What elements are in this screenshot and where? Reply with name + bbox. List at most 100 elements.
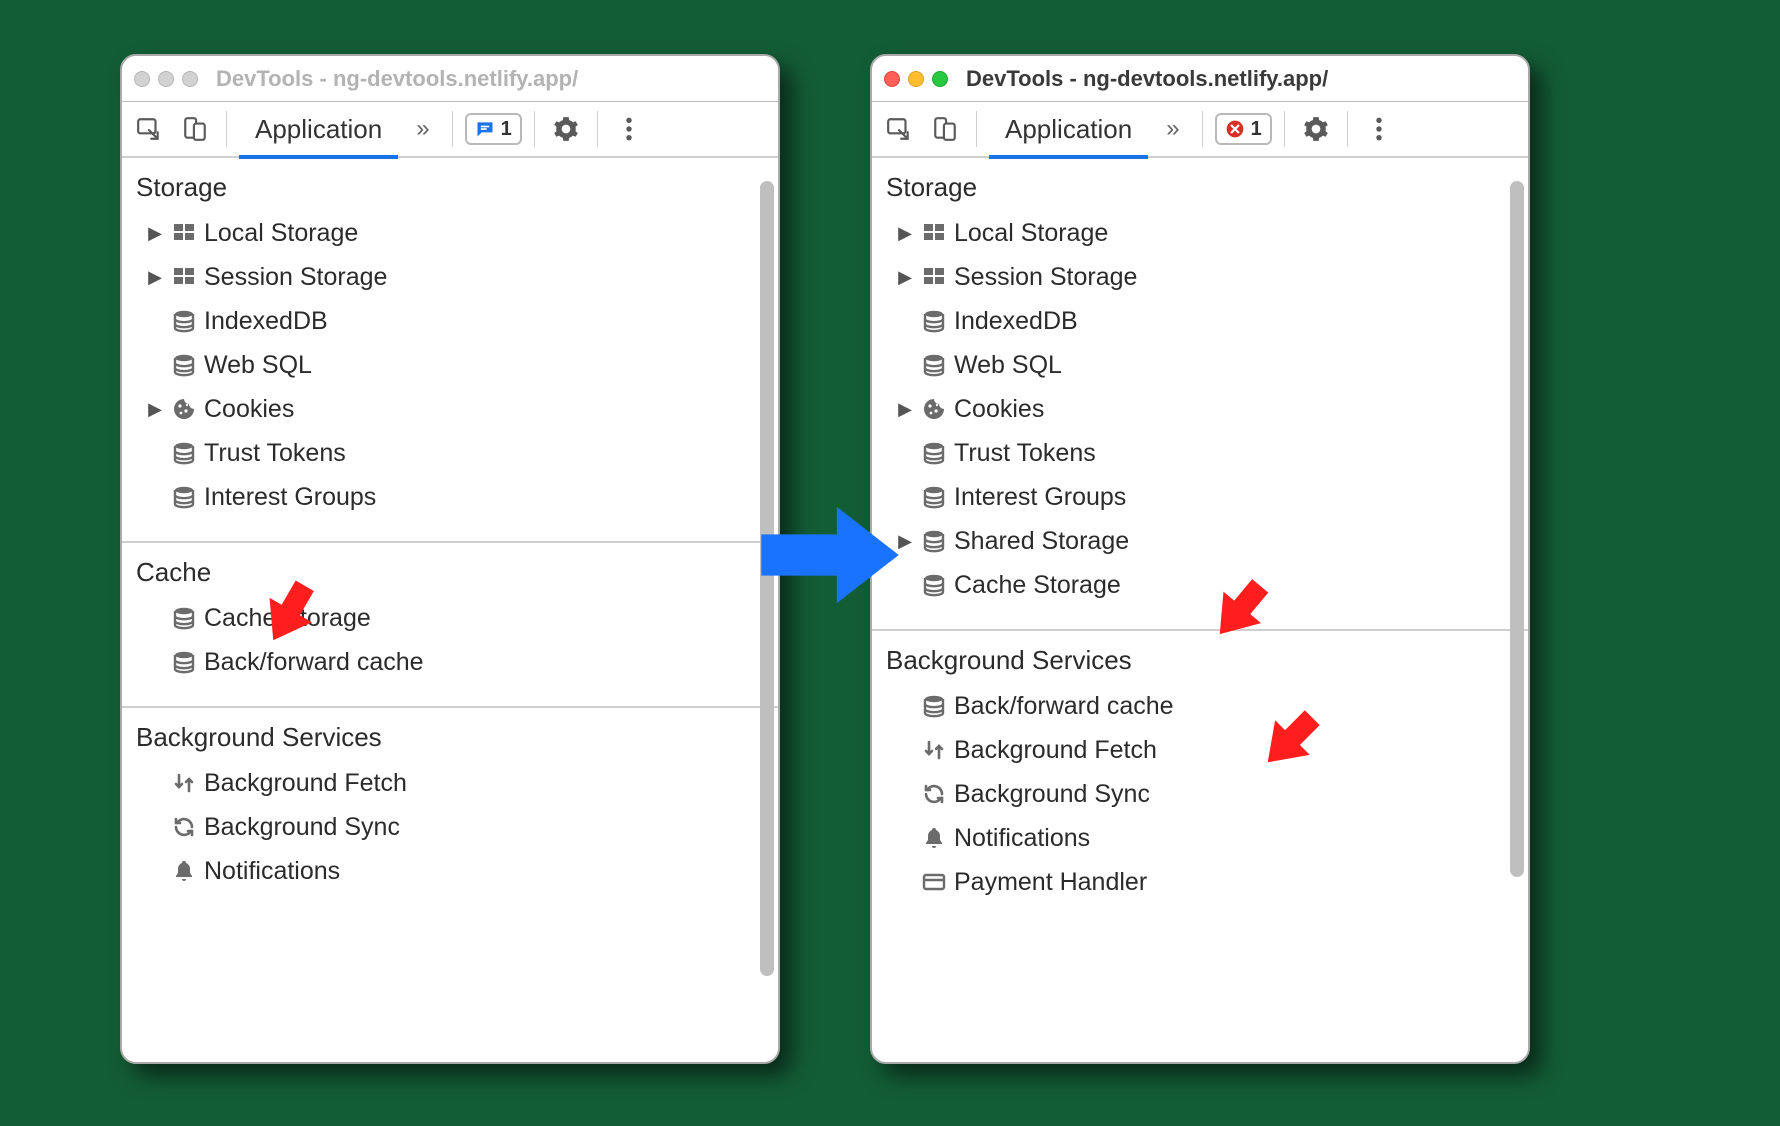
issues-count: 1 bbox=[501, 118, 512, 141]
tree-item[interactable]: ▶ Session Storage bbox=[122, 255, 778, 299]
tree-item[interactable]: ▶Cookies bbox=[872, 387, 1528, 431]
panel-tab-application[interactable]: Application bbox=[239, 101, 398, 157]
tree-item[interactable]: ▶Background Fetch bbox=[122, 761, 778, 805]
close-icon[interactable] bbox=[884, 71, 900, 87]
settings-button[interactable] bbox=[547, 109, 585, 149]
more-tabs-button[interactable]: » bbox=[406, 115, 439, 143]
tree-item[interactable]: ▶IndexedDB bbox=[872, 299, 1528, 343]
divider bbox=[1347, 111, 1348, 147]
tree-item-label: Local Storage bbox=[204, 219, 358, 248]
zoom-icon[interactable] bbox=[932, 71, 948, 87]
tree-item-label: Cache Storage bbox=[954, 571, 1121, 600]
zoom-icon[interactable] bbox=[182, 71, 198, 87]
sync-icon bbox=[170, 813, 198, 841]
devtools-toolbar: Application » 1 bbox=[872, 102, 1528, 158]
tree-item-label: Background Sync bbox=[954, 780, 1150, 809]
db-icon bbox=[170, 648, 198, 676]
tree-item[interactable]: ▶Notifications bbox=[122, 849, 778, 893]
traffic-lights bbox=[884, 71, 948, 87]
tree-item[interactable]: ▶Local Storage bbox=[872, 211, 1528, 255]
divider bbox=[1284, 111, 1285, 147]
expand-caret-icon[interactable]: ▶ bbox=[146, 267, 164, 288]
db-icon bbox=[920, 571, 948, 599]
tree-item-label: Session Storage bbox=[954, 263, 1137, 292]
tree-item[interactable]: ▶Cache Storage bbox=[872, 563, 1528, 607]
tree-item[interactable]: ▶Cookies bbox=[122, 387, 778, 431]
grid-icon bbox=[920, 263, 948, 291]
minimize-icon[interactable] bbox=[908, 71, 924, 87]
tree-item[interactable]: ▶Back/forward cache bbox=[872, 684, 1528, 728]
kebab-menu-button[interactable] bbox=[610, 109, 648, 149]
scrollbar[interactable] bbox=[1510, 158, 1524, 1056]
kebab-menu-button[interactable] bbox=[1360, 109, 1398, 149]
db-icon bbox=[170, 604, 198, 632]
tree-item-label: Session Storage bbox=[204, 263, 387, 292]
device-toolbar-button[interactable] bbox=[176, 109, 214, 149]
annotation-arrow-icon bbox=[1255, 705, 1325, 775]
tree-item[interactable]: ▶Trust Tokens bbox=[872, 431, 1528, 475]
devtools-window-after: DevTools - ng-devtools.netlify.app/ Appl… bbox=[870, 54, 1530, 1064]
divider bbox=[597, 111, 598, 147]
settings-button[interactable] bbox=[1297, 109, 1335, 149]
expand-caret-icon[interactable]: ▶ bbox=[896, 267, 914, 288]
db-icon bbox=[170, 351, 198, 379]
annotation-arrow-icon bbox=[254, 578, 324, 648]
devtools-window-before: DevTools - ng-devtools.netlify.app/ Appl… bbox=[120, 54, 780, 1064]
tree-item[interactable]: ▶ Session Storage bbox=[872, 255, 1528, 299]
more-tabs-button[interactable]: » bbox=[1156, 115, 1189, 143]
tree-item[interactable]: ▶Web SQL bbox=[872, 343, 1528, 387]
tree-item-label: Notifications bbox=[954, 824, 1090, 853]
expand-caret-icon[interactable]: ▶ bbox=[896, 399, 914, 420]
panel-tab-application[interactable]: Application bbox=[989, 101, 1148, 157]
errors-badge[interactable]: 1 bbox=[1215, 113, 1272, 145]
inspect-element-button[interactable] bbox=[130, 109, 168, 149]
tree-item-label: Interest Groups bbox=[954, 483, 1126, 512]
tree-item-label: Back/forward cache bbox=[204, 648, 424, 677]
tree-item[interactable]: ▶Background Sync bbox=[122, 805, 778, 849]
tree-item[interactable]: ▶Shared Storage bbox=[872, 519, 1528, 563]
divider bbox=[452, 111, 453, 147]
tree-item[interactable]: ▶Cache Storage bbox=[122, 596, 778, 640]
tree-item[interactable]: ▶Web SQL bbox=[122, 343, 778, 387]
scroll-thumb[interactable] bbox=[1510, 181, 1524, 877]
titlebar[interactable]: DevTools - ng-devtools.netlify.app/ bbox=[122, 56, 778, 102]
db-icon bbox=[920, 351, 948, 379]
tree-item-label: Trust Tokens bbox=[954, 439, 1096, 468]
annotation-arrow-icon bbox=[1205, 575, 1275, 645]
application-tree: Storage▶Local Storage▶Session Storage▶In… bbox=[872, 158, 1528, 1062]
tree-item-label: IndexedDB bbox=[204, 307, 328, 336]
window-title: DevTools - ng-devtools.netlify.app/ bbox=[966, 66, 1328, 92]
transition-arrow-icon bbox=[760, 500, 900, 610]
tree-item[interactable]: ▶Trust Tokens bbox=[122, 431, 778, 475]
application-panel: Storage▶Local Storage▶Session Storage▶In… bbox=[872, 158, 1528, 1062]
fetch-icon bbox=[920, 736, 948, 764]
tree-item[interactable]: ▶Background Fetch bbox=[872, 728, 1528, 772]
device-toolbar-button[interactable] bbox=[926, 109, 964, 149]
expand-caret-icon[interactable]: ▶ bbox=[146, 399, 164, 420]
tree-item[interactable]: ▶Background Sync bbox=[872, 772, 1528, 816]
section-group: ▶Local Storage▶Session Storage▶IndexedDB… bbox=[122, 211, 778, 527]
issues-badge[interactable]: 1 bbox=[465, 113, 522, 145]
section-title: Cache bbox=[122, 543, 778, 596]
expand-caret-icon[interactable]: ▶ bbox=[896, 223, 914, 244]
grid-icon bbox=[170, 219, 198, 247]
grid-icon bbox=[170, 263, 198, 291]
tree-item[interactable]: ▶Notifications bbox=[872, 816, 1528, 860]
expand-caret-icon[interactable]: ▶ bbox=[146, 223, 164, 244]
tree-item[interactable]: ▶Back/forward cache bbox=[122, 640, 778, 684]
bell-icon bbox=[170, 857, 198, 885]
error-icon bbox=[1225, 119, 1245, 139]
minimize-icon[interactable] bbox=[158, 71, 174, 87]
section-title: Background Services bbox=[872, 631, 1528, 684]
titlebar[interactable]: DevTools - ng-devtools.netlify.app/ bbox=[872, 56, 1528, 102]
tree-item[interactable]: ▶IndexedDB bbox=[122, 299, 778, 343]
tree-item[interactable]: ▶Interest Groups bbox=[872, 475, 1528, 519]
tree-item-label: Shared Storage bbox=[954, 527, 1129, 556]
db-icon bbox=[920, 692, 948, 720]
close-icon[interactable] bbox=[134, 71, 150, 87]
tree-item[interactable]: ▶ Local Storage bbox=[122, 211, 778, 255]
tree-item[interactable]: ▶Interest Groups bbox=[122, 475, 778, 519]
section-group: ▶Back/forward cache▶Background Fetch▶Bac… bbox=[872, 684, 1528, 912]
inspect-element-button[interactable] bbox=[880, 109, 918, 149]
tree-item[interactable]: ▶Payment Handler bbox=[872, 860, 1528, 904]
